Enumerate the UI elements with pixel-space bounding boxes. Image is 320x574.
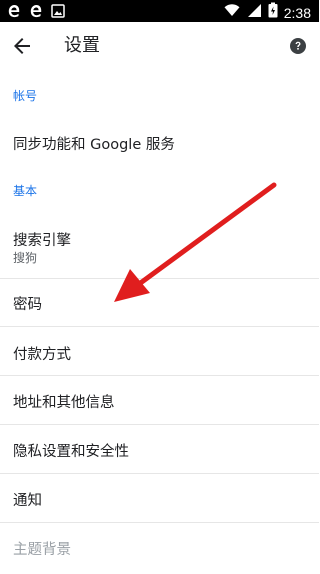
status-system-icons: 2:38 bbox=[224, 2, 311, 23]
sync-and-google-services-item[interactable]: 同步功能和 Google 服务 bbox=[0, 116, 319, 168]
status-bar: 2:38 bbox=[0, 0, 319, 22]
list-item-label: 同步功能和 Google 服务 bbox=[13, 137, 175, 153]
list-item-label: 搜索引擎 bbox=[13, 233, 71, 249]
list-item-label: 隐私设置和安全性 bbox=[13, 444, 129, 460]
signal-icon bbox=[246, 2, 262, 23]
addresses-and-more-item[interactable]: 地址和其他信息 bbox=[0, 376, 319, 424]
status-notification-icons bbox=[6, 3, 66, 19]
list-item-label: 付款方式 bbox=[13, 347, 71, 363]
list-item-label: 主题背景 bbox=[13, 542, 71, 558]
help-icon[interactable] bbox=[289, 37, 307, 55]
list-item-label: 地址和其他信息 bbox=[13, 395, 115, 411]
payment-methods-item[interactable]: 付款方式 bbox=[0, 327, 319, 375]
image-icon bbox=[50, 3, 66, 19]
list-item-label: 密码 bbox=[13, 297, 42, 313]
search-engine-value: 搜狗 bbox=[13, 251, 38, 265]
edge-browser-icon bbox=[6, 3, 22, 19]
page-title: 设置 bbox=[64, 35, 100, 56]
edge-browser-icon bbox=[28, 3, 44, 19]
battery-icon bbox=[268, 2, 278, 23]
passwords-item[interactable]: 密码 bbox=[0, 279, 319, 326]
themes-item[interactable]: 主题背景 bbox=[0, 523, 319, 574]
status-time: 2:38 bbox=[283, 4, 311, 21]
arrow-back-icon[interactable] bbox=[10, 34, 34, 58]
wifi-icon bbox=[224, 2, 240, 23]
app-bar: 设置 bbox=[0, 22, 319, 70]
privacy-and-security-item[interactable]: 隐私设置和安全性 bbox=[0, 425, 319, 473]
section-header-basic: 基本 bbox=[13, 184, 38, 198]
search-engine-item[interactable]: 搜索引擎 搜狗 bbox=[0, 216, 319, 278]
notifications-item[interactable]: 通知 bbox=[0, 474, 319, 522]
section-header-account: 帐号 bbox=[13, 89, 38, 103]
list-item-label: 通知 bbox=[13, 493, 42, 509]
